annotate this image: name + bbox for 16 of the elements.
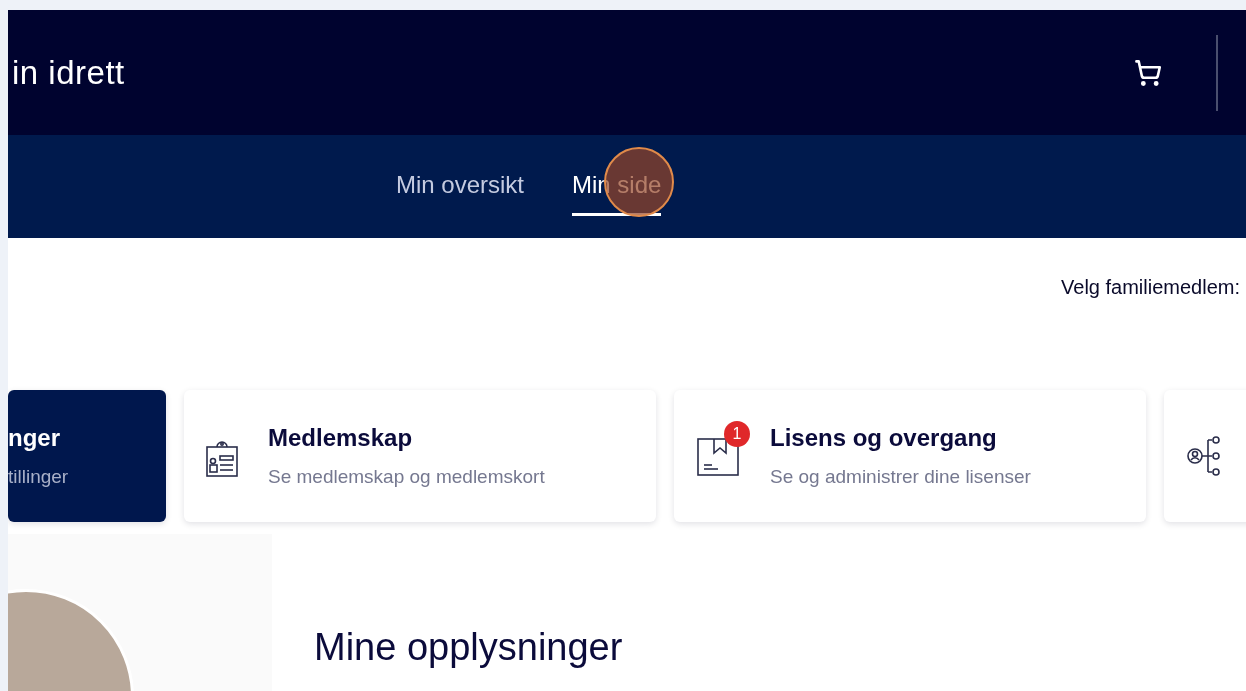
card-subtitle: Se medlemskap og medlemskort — [268, 466, 545, 488]
site-title: in idrett — [12, 53, 126, 92]
menu-card[interactable] — [1164, 390, 1246, 522]
card-subtitle: tillinger — [8, 466, 69, 488]
section-heading: Mine opplysninger — [314, 626, 624, 669]
card-title: Medlemskap — [268, 424, 414, 452]
card-title: nger — [8, 424, 61, 452]
family-member-label: Velg familiemedlem: — [1061, 276, 1240, 300]
menu-card[interactable]: nger tillinger — [8, 390, 166, 522]
menu-card[interactable]: 1 Lisens og overgang Se og administrer dine lisenser — [674, 390, 1146, 522]
menu-card[interactable]: Medlemskap Se medlemskap og medlemskort — [184, 390, 656, 522]
card-subtitle: Se og administrer dine lisenser — [770, 466, 1031, 488]
person-tree-icon — [1186, 434, 1222, 478]
notification-badge: 1 — [724, 421, 750, 447]
card-title: Lisens og overgang — [770, 424, 998, 452]
nav-tab[interactable]: Min oversikt — [396, 135, 525, 216]
